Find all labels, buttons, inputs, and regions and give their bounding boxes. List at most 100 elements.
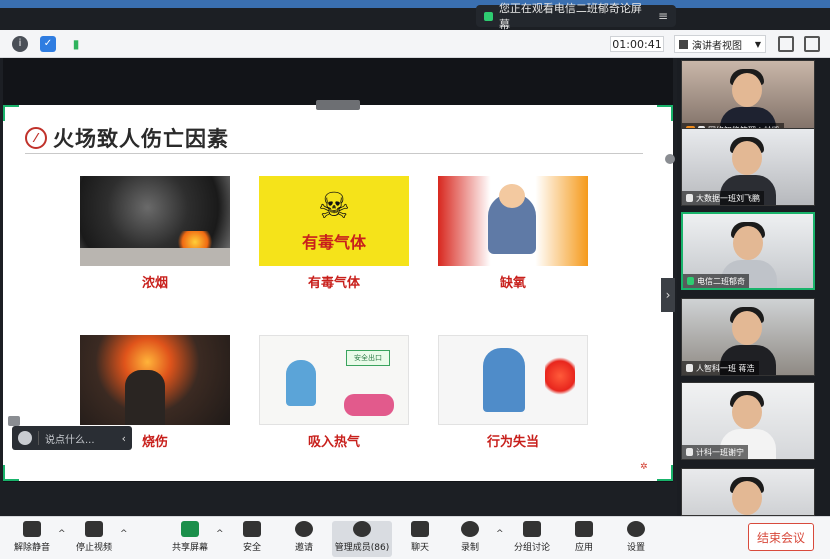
participant-name: 电信二班郁奇 bbox=[683, 274, 749, 288]
face-shape bbox=[732, 141, 762, 175]
annotation-dot-icon[interactable] bbox=[665, 154, 675, 164]
skull-icon: ☠ bbox=[317, 186, 351, 227]
minimize-chat-icon[interactable] bbox=[8, 416, 20, 426]
menu-icon[interactable]: ≡ bbox=[658, 9, 668, 23]
participant-gallery: 网络智能管理 | 林凯 大数据一班刘飞鹏 电信二班郁奇 人智科一班 蒋浩 计科一… bbox=[677, 58, 830, 516]
breakout-rooms-icon bbox=[523, 521, 541, 537]
bottom-toolbar: 解除静音 ^ 停止视频 ^ 共享屏幕 ^ 安全 邀请 管理成员(86) 聊天 录… bbox=[0, 516, 830, 559]
chevron-down-icon: ▼ bbox=[754, 39, 761, 49]
end-meeting-button[interactable]: 结束会议 bbox=[748, 523, 814, 551]
participant-tile[interactable]: 计科一班谢宁 bbox=[681, 382, 815, 460]
share-screen-icon bbox=[181, 521, 199, 537]
grid-icon bbox=[679, 39, 688, 49]
shared-screen-area: ⁄ 火场致人伤亡因素 浓烟 ☠ 有毒气体 有毒气体 缺氧 烧伤 安全出口 吸入热… bbox=[3, 58, 675, 482]
presentation-slide: ⁄ 火场致人伤亡因素 浓烟 ☠ 有毒气体 有毒气体 缺氧 烧伤 安全出口 吸入热… bbox=[3, 100, 673, 481]
emoji-icon[interactable] bbox=[18, 431, 32, 445]
breakout-rooms-button[interactable]: 分组讨论 bbox=[508, 521, 556, 553]
invite-button[interactable]: 邀请 bbox=[280, 521, 328, 553]
participant-name-text: 大数据一班刘飞鹏 bbox=[696, 193, 760, 203]
fullscreen-icon[interactable] bbox=[778, 36, 794, 52]
face-shape bbox=[733, 226, 763, 260]
mic-active-icon bbox=[687, 277, 694, 285]
chevron-left-icon[interactable]: ‹ bbox=[122, 432, 126, 445]
factor-smoke: 浓烟 bbox=[80, 176, 230, 291]
microphone-muted-icon bbox=[23, 521, 41, 537]
chat-input-bar[interactable]: 说点什么... ‹ bbox=[12, 426, 132, 450]
chevron-up-icon[interactable]: ^ bbox=[120, 529, 128, 539]
unmute-button[interactable]: 解除静音 bbox=[8, 521, 56, 553]
toxic-sign-text: 有毒气体 bbox=[301, 233, 366, 252]
security-button[interactable]: 安全 bbox=[228, 521, 276, 553]
improper-action-image bbox=[438, 335, 588, 425]
info-icon[interactable]: i bbox=[12, 35, 28, 52]
figure-shape bbox=[286, 360, 316, 406]
slide-title: ⁄ 火场致人伤亡因素 bbox=[25, 123, 229, 153]
participant-name-text: 人智科一班 蒋浩 bbox=[696, 363, 755, 373]
toolbar-label: 设置 bbox=[626, 543, 645, 553]
manage-participants-button[interactable]: 管理成员(86) bbox=[332, 521, 392, 557]
camera-icon bbox=[85, 521, 103, 537]
chevron-up-icon[interactable]: ^ bbox=[58, 529, 66, 539]
flame-shape bbox=[545, 356, 575, 396]
frame-corner bbox=[3, 105, 19, 121]
factor-improper-action: 行为失当 bbox=[438, 335, 588, 450]
participant-tile[interactable]: 网络智能管理 | 林凯 bbox=[681, 60, 815, 138]
mic-icon bbox=[686, 448, 693, 456]
participant-name: 计科一班谢宁 bbox=[682, 445, 748, 459]
toolbar-label: 共享屏幕 bbox=[171, 543, 208, 553]
record-button[interactable]: 录制 bbox=[446, 521, 494, 553]
title-divider bbox=[25, 153, 643, 154]
factor-oxygen-deficiency: 缺氧 bbox=[438, 176, 588, 291]
apps-button[interactable]: 应用 bbox=[560, 521, 608, 553]
add-user-icon bbox=[295, 521, 313, 537]
head-shape bbox=[499, 184, 525, 208]
oxygen-deficiency-image bbox=[438, 176, 588, 266]
record-icon bbox=[461, 521, 479, 537]
toolbar-label: 分组讨论 bbox=[513, 543, 550, 553]
toolbar-label: 应用 bbox=[574, 543, 593, 553]
toolbar-label: 管理成员(86) bbox=[334, 543, 390, 553]
participant-tile-active[interactable]: 电信二班郁奇 bbox=[681, 212, 815, 290]
participant-name-text: 计科一班谢宁 bbox=[696, 447, 744, 457]
participant-name-text: 电信二班郁奇 bbox=[697, 276, 745, 286]
chat-separator bbox=[38, 431, 39, 445]
toolbar-label: 邀请 bbox=[294, 543, 313, 553]
participant-name: 大数据一班刘飞鹏 bbox=[682, 191, 764, 205]
view-selector[interactable]: 演讲者视图 ▼ bbox=[674, 35, 766, 53]
slide-logo-mark: ✲ bbox=[640, 462, 648, 472]
face-shape bbox=[732, 395, 762, 429]
face-shape bbox=[732, 481, 762, 515]
toxic-gas-image: ☠ 有毒气体 bbox=[259, 176, 409, 266]
participant-tile[interactable]: 大数据一班刘飞鹏 bbox=[681, 128, 815, 206]
stop-video-button[interactable]: 停止视频 bbox=[70, 521, 118, 553]
settings-button[interactable]: 设置 bbox=[612, 521, 660, 553]
toolbar-label: 安全 bbox=[242, 543, 261, 553]
factor-label: 浓烟 bbox=[141, 276, 168, 291]
share-handle[interactable] bbox=[316, 100, 360, 110]
hot-air-image: 安全出口 bbox=[259, 335, 409, 425]
share-screen-button[interactable]: 共享屏幕 bbox=[166, 521, 214, 553]
participant-tile[interactable] bbox=[681, 468, 815, 516]
factor-toxic-gas: ☠ 有毒气体 有毒气体 bbox=[259, 176, 409, 291]
shield-icon bbox=[243, 521, 261, 537]
signal-icon[interactable]: ▮ bbox=[68, 36, 84, 52]
chevron-right-icon[interactable]: › bbox=[661, 278, 675, 312]
fire-extinguisher-icon: ⁄ bbox=[25, 127, 47, 149]
chevron-up-icon[interactable]: ^ bbox=[496, 529, 504, 539]
participant-tile[interactable]: 人智科一班 蒋浩 bbox=[681, 298, 815, 376]
slide-title-text: 火场致人伤亡因素 bbox=[53, 127, 229, 151]
factor-label: 行为失当 bbox=[486, 435, 539, 450]
apps-icon bbox=[575, 521, 593, 537]
ground-shape bbox=[80, 248, 230, 266]
window-mode-icon[interactable] bbox=[804, 36, 820, 52]
screen-share-banner[interactable]: 您正在观看电信二班郁奇论屏幕 ≡ bbox=[476, 2, 676, 31]
chevron-up-icon[interactable]: ^ bbox=[216, 529, 224, 539]
shield-icon[interactable]: ✓ bbox=[40, 35, 56, 52]
factor-label: 缺氧 bbox=[499, 276, 526, 291]
chat-placeholder[interactable]: 说点什么... bbox=[45, 431, 95, 446]
chat-button[interactable]: 聊天 bbox=[396, 521, 444, 553]
chat-icon bbox=[411, 521, 429, 537]
exit-sign: 安全出口 bbox=[346, 350, 390, 366]
mic-icon bbox=[686, 194, 693, 202]
share-banner-text: 您正在观看电信二班郁奇论屏幕 bbox=[498, 2, 642, 31]
